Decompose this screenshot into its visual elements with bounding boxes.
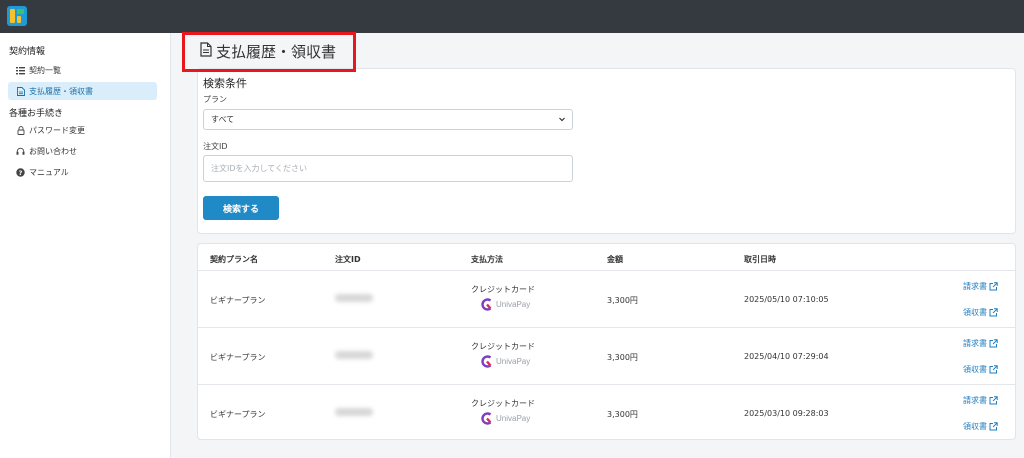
sidebar-item-manual[interactable]: ? マニュアル bbox=[8, 163, 157, 181]
invoice-link[interactable]: 請求書 bbox=[963, 281, 998, 292]
receipt-link-label: 領収書 bbox=[963, 308, 987, 317]
plan-select[interactable]: すべて bbox=[203, 109, 573, 130]
invoice-link-label: 請求書 bbox=[963, 282, 987, 291]
univapay-icon bbox=[481, 298, 492, 311]
plan-select-value: すべて bbox=[211, 115, 235, 124]
receipt-link[interactable]: 領収書 bbox=[963, 307, 998, 318]
payment-method: クレジットカード bbox=[471, 285, 535, 294]
svg-text:?: ? bbox=[19, 169, 23, 177]
sidebar-item-label: パスワード変更 bbox=[29, 125, 85, 135]
headset-icon bbox=[16, 147, 25, 156]
transaction-datetime: 2025/03/10 09:28:03 bbox=[744, 409, 829, 418]
sidebar-item-contract-list[interactable]: 契約一覧 bbox=[8, 61, 157, 79]
question-icon: ? bbox=[16, 167, 25, 177]
univapay-label: UnivaPay bbox=[496, 300, 531, 309]
sidebar-section-procedures: 各種お手続き bbox=[9, 109, 64, 119]
order-id-label: 注文ID bbox=[203, 142, 228, 151]
receipt-link-label: 領収書 bbox=[963, 365, 987, 374]
sidebar-item-label: マニュアル bbox=[29, 167, 69, 177]
plan-name: ビギナープラン bbox=[210, 410, 266, 419]
sidebar-item-label: 契約一覧 bbox=[29, 65, 61, 75]
amount: 3,300円 bbox=[607, 410, 638, 419]
search-button[interactable]: 検索する bbox=[203, 196, 279, 220]
table-row: ビギナープラン クレジットカード UnivaPay 3,300円 2025/03… bbox=[198, 384, 1015, 441]
sidebar-item-contact[interactable]: お問い合わせ bbox=[8, 142, 157, 160]
invoice-link[interactable]: 請求書 bbox=[963, 338, 998, 349]
order-id-input[interactable] bbox=[203, 155, 573, 182]
table-row: ビギナープラン クレジットカード UnivaPay 3,300円 2025/05… bbox=[198, 270, 1015, 327]
plan-label: プラン bbox=[203, 95, 227, 104]
sidebar: 契約情報 契約一覧 支払履歴・領収書 各種お手続き パスワード変更 お問い合わせ… bbox=[0, 33, 171, 458]
sidebar-item-label: お問い合わせ bbox=[29, 146, 77, 156]
invoice-link-label: 請求書 bbox=[963, 339, 987, 348]
sidebar-item-payment-history[interactable]: 支払履歴・領収書 bbox=[8, 82, 157, 100]
univapay-icon bbox=[481, 355, 492, 368]
transaction-datetime: 2025/04/10 07:29:04 bbox=[744, 352, 829, 361]
univapay-logo: UnivaPay bbox=[480, 412, 530, 425]
univapay-label: UnivaPay bbox=[496, 357, 531, 366]
title-highlight-box bbox=[182, 32, 356, 72]
amount: 3,300円 bbox=[607, 296, 638, 305]
amount: 3,300円 bbox=[607, 353, 638, 362]
order-id-redacted bbox=[335, 351, 373, 359]
sidebar-section-contract: 契約情報 bbox=[9, 47, 46, 57]
payment-method: クレジットカード bbox=[471, 399, 535, 408]
list-icon bbox=[16, 66, 25, 75]
external-link-icon bbox=[989, 365, 998, 374]
external-link-icon bbox=[989, 422, 998, 431]
column-header: 支払方法 bbox=[471, 255, 503, 264]
plan-name: ビギナープラン bbox=[210, 296, 266, 305]
order-id-redacted bbox=[335, 408, 373, 416]
lock-icon bbox=[16, 125, 25, 135]
univapay-icon bbox=[481, 412, 492, 425]
external-link-icon bbox=[989, 308, 998, 317]
app-logo[interactable] bbox=[6, 5, 28, 27]
column-header: 注文ID bbox=[335, 255, 361, 264]
external-link-icon bbox=[989, 282, 998, 291]
receipt-link[interactable]: 領収書 bbox=[963, 364, 998, 375]
sidebar-item-label: 支払履歴・領収書 bbox=[29, 86, 93, 96]
payment-history-table: 契約プラン名 注文ID 支払方法 金額 取引日時 ビギナープラン クレジットカー… bbox=[197, 243, 1016, 440]
univapay-logo: UnivaPay bbox=[480, 298, 530, 311]
column-header: 取引日時 bbox=[744, 255, 776, 264]
top-bar bbox=[0, 0, 1024, 33]
invoice-link-label: 請求書 bbox=[963, 396, 987, 405]
transaction-datetime: 2025/05/10 07:10:05 bbox=[744, 295, 829, 304]
invoice-link[interactable]: 請求書 bbox=[963, 395, 998, 406]
external-link-icon bbox=[989, 396, 998, 405]
search-panel: 検索条件 プラン すべて 注文ID 検索する bbox=[197, 68, 1016, 234]
document-icon bbox=[16, 86, 25, 96]
sidebar-item-password[interactable]: パスワード変更 bbox=[8, 121, 157, 139]
external-link-icon bbox=[989, 339, 998, 348]
order-id-redacted bbox=[335, 294, 373, 302]
plan-name: ビギナープラン bbox=[210, 353, 266, 362]
search-panel-title: 検索条件 bbox=[203, 77, 247, 90]
univapay-label: UnivaPay bbox=[496, 414, 531, 423]
payment-method: クレジットカード bbox=[471, 342, 535, 351]
receipt-link-label: 領収書 bbox=[963, 422, 987, 431]
chevron-down-icon bbox=[559, 117, 565, 122]
column-header: 契約プラン名 bbox=[210, 255, 258, 264]
column-header: 金額 bbox=[607, 255, 623, 264]
univapay-logo: UnivaPay bbox=[480, 355, 530, 368]
table-row: ビギナープラン クレジットカード UnivaPay 3,300円 2025/04… bbox=[198, 327, 1015, 384]
receipt-link[interactable]: 領収書 bbox=[963, 421, 998, 432]
